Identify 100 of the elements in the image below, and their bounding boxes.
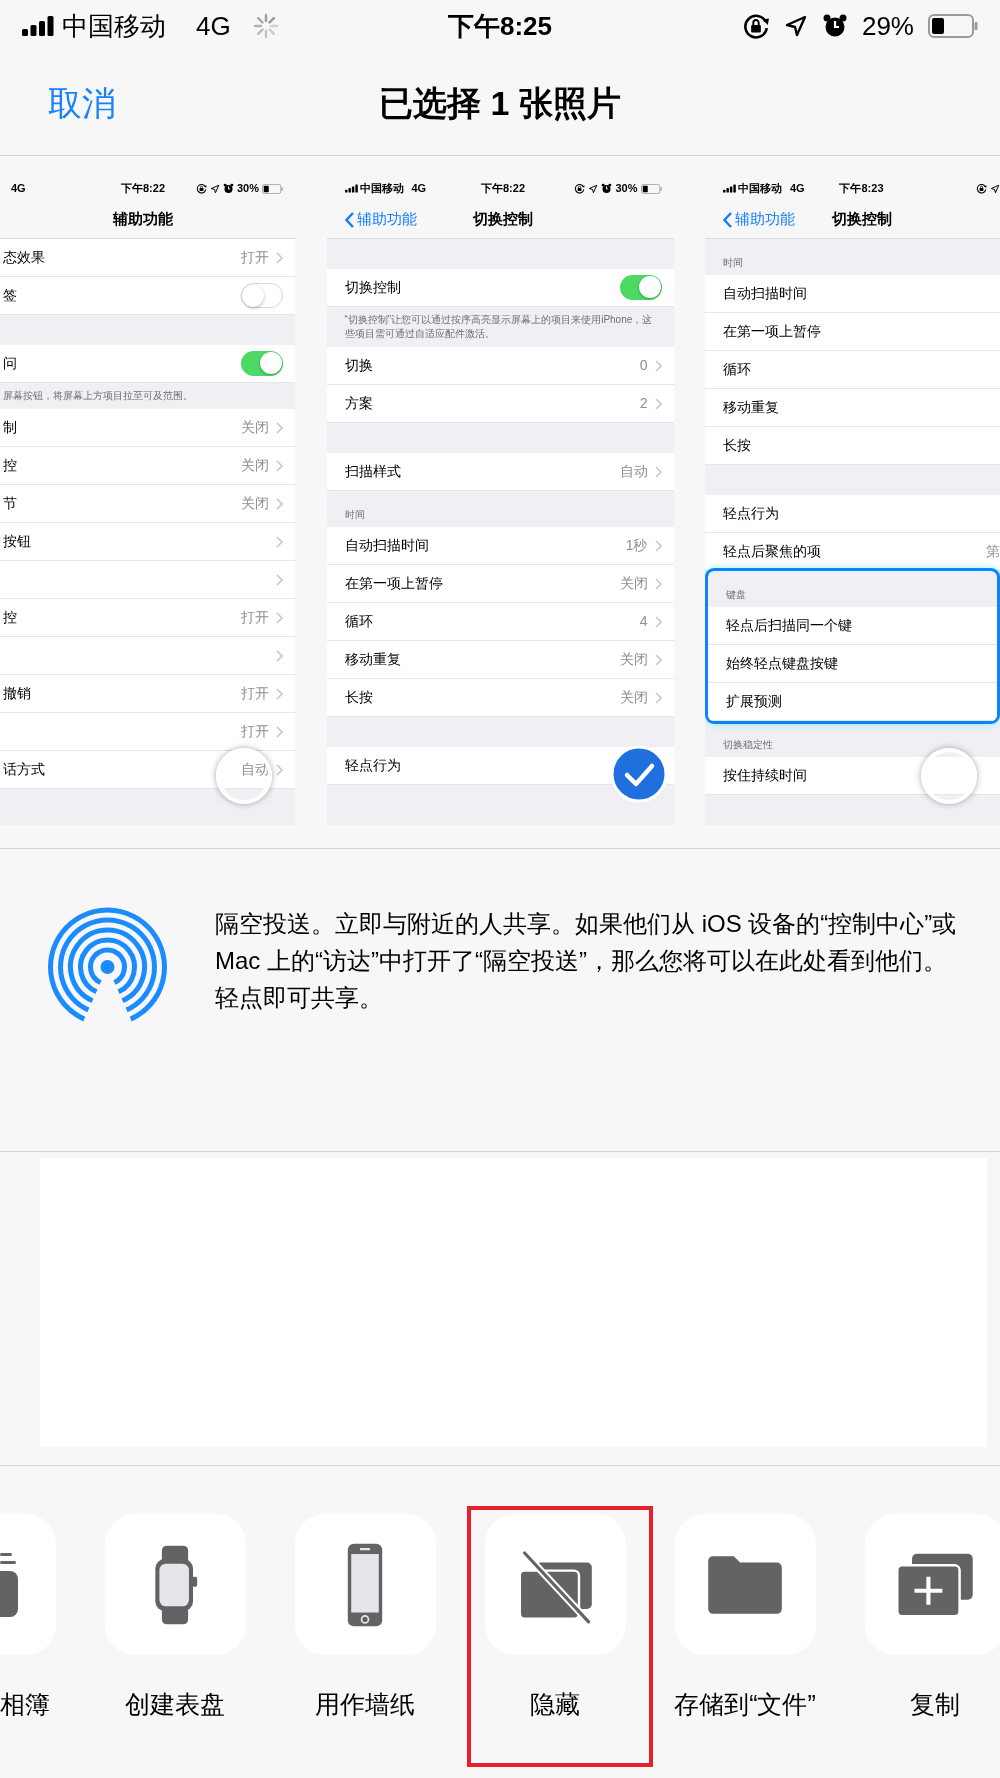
network-type: 4G <box>411 181 427 197</box>
action-label: 复制 <box>910 1689 960 1719</box>
back-chevron-icon <box>723 211 732 228</box>
row-label: 制 <box>3 418 17 437</box>
share-action-button[interactable] <box>104 1514 246 1655</box>
battery-percent: 30% <box>236 181 259 197</box>
row-value: 关闭 <box>241 456 269 475</box>
airdrop-description: 隔空投送。立即与附近的人共享。如果他们从 iOS 设备的“控制中心”或 Mac 上的“访达”中打开了“隔空投送”，那么您将可以在此处看到他们。轻点即可共享。 <box>215 909 958 1013</box>
share-action-button[interactable] <box>294 1514 436 1655</box>
footnote-text: 屏幕按钮，将屏幕上方项目拉至可及范围。 <box>3 389 194 403</box>
rotation-lock-icon <box>574 183 586 194</box>
network-type: 4G <box>196 9 231 43</box>
footnote-text: “切换控制”让您可以通过按序高亮显示屏幕上的项目来使用iPhone，这些项目需可通过自适应配件激活。 <box>344 313 654 341</box>
clock-time: 下午8:22 <box>481 181 525 197</box>
row-label: 移动重复 <box>723 398 779 417</box>
share-action-button[interactable] <box>0 1514 56 1655</box>
row-value: 打开 <box>241 608 269 627</box>
row-label: 轻点后扫描同一个键 <box>726 616 852 635</box>
location-icon <box>783 14 808 38</box>
row-label: 按住持续时间 <box>723 766 807 785</box>
row-label: 控 <box>3 456 17 475</box>
row-label: 签 <box>3 286 17 305</box>
row-value: 关闭 <box>241 418 269 437</box>
row-label: 话方式 <box>3 760 45 779</box>
rotation-lock-icon <box>741 12 770 40</box>
row-label: 轻点后聚焦的项 <box>723 542 821 561</box>
section-header: 切换稳定性 <box>723 738 773 752</box>
row-value: 第 <box>986 542 1000 561</box>
row-value: 1秒 <box>625 536 648 555</box>
row-label: 移动重复 <box>344 650 401 669</box>
share-action-button[interactable] <box>864 1514 1000 1655</box>
carrier-name: 中国移动 <box>359 181 404 197</box>
alarm-icon <box>222 183 234 194</box>
phone-icon <box>346 1541 384 1628</box>
screen-title: 切换控制 <box>473 209 533 230</box>
battery-percent: 29% <box>861 9 914 43</box>
row-label: 切换控制 <box>344 278 401 297</box>
carrier-name: 中国移动 <box>62 9 166 43</box>
signal-icon <box>344 184 358 193</box>
section-header: 键盘 <box>726 588 746 602</box>
section-header: 时间 <box>344 508 365 522</box>
row-value: 打开 <box>241 684 269 703</box>
photo-thumbnail[interactable]: 中国移动 4G 下午8:23 辅助功能 切换控制 时间 自动扫描时间 在第一项上暂停 循环 移动重复 长按 轻点行为 轻点后聚焦的项 第 键盘 轻点后扫描同一个键 始终轻点键盘按键 扩展预测 切换稳定性 按住持续时间 <box>705 176 1000 825</box>
alarm-icon <box>821 13 848 39</box>
battery-icon <box>928 14 978 38</box>
row-label: 方案 <box>344 394 373 413</box>
row-value: 打开 <box>241 248 269 267</box>
row-value: 关闭 <box>619 688 648 707</box>
row-label: 长按 <box>723 436 751 455</box>
row-label: 在第一项上暂停 <box>723 322 821 341</box>
location-icon <box>588 183 599 194</box>
clock-time: 下午8:23 <box>839 181 884 197</box>
row-label: 循环 <box>344 612 373 631</box>
row-label: 在第一项上暂停 <box>344 574 443 593</box>
clock-time: 下午8:25 <box>447 9 552 43</box>
row-label: 控 <box>3 608 17 627</box>
row-label: 扫描样式 <box>344 462 401 481</box>
back-link[interactable]: 辅助功能 <box>723 208 832 231</box>
row-label: 撤销 <box>3 684 31 703</box>
back-chevron-icon <box>344 211 354 228</box>
row-label: 始终轻点键盘按键 <box>726 654 838 673</box>
row-label: 按钮 <box>3 532 31 551</box>
battery-percent: 30% <box>615 181 638 197</box>
spinner-icon <box>252 13 279 39</box>
location-icon <box>990 183 1000 194</box>
row-label: 节 <box>3 494 17 513</box>
row-label: 自动扫描时间 <box>723 284 807 303</box>
row-value: 4 <box>639 612 648 631</box>
row-label: 态效果 <box>3 248 45 267</box>
rotation-lock-icon <box>195 183 207 194</box>
row-label: 自动扫描时间 <box>344 536 429 555</box>
photo-thumbnail[interactable]: 中国移动 4G 下午8:22 30% 辅助功能 切换控制 切换控制 “切换控制”让您可以通过按序高亮显示屏幕上的项目来使用iPhone，这些项目需可通过自适应配件激活。 切换 0 方案 2 扫描样式 自动 时间 自动扫描时间 1秒 在第一项上暂停 关闭 循环 4 移动重复 关闭 长按 关闭 轻点行为 <box>326 176 674 825</box>
row-value: 关闭 <box>619 650 648 669</box>
screen-title: 切换控制 <box>831 209 892 230</box>
share-action-button[interactable] <box>674 1514 816 1655</box>
row-value: 2 <box>639 394 648 413</box>
row-value: 关闭 <box>619 574 648 593</box>
network-type: 4G <box>790 181 805 197</box>
action-label: 相簿 <box>0 1689 50 1719</box>
row-label: 切换 <box>344 356 373 375</box>
row-value: 自动 <box>619 462 648 481</box>
back-link[interactable]: 辅助功能 <box>344 208 473 231</box>
row-label: 轻点行为 <box>344 756 401 775</box>
row-value: 打开 <box>241 722 269 741</box>
action-label: 存储到“文件” <box>674 1689 816 1719</box>
battery-icon <box>640 183 662 194</box>
row-label: 问 <box>3 354 17 373</box>
signal-icon <box>723 184 736 193</box>
screen-title: 辅助功能 <box>113 209 173 230</box>
row-label: 长按 <box>344 688 373 707</box>
action-label: 用作墙纸 <box>315 1689 415 1719</box>
share-action-button[interactable] <box>484 1514 626 1655</box>
carrier-name: 中国移动 <box>738 181 782 197</box>
location-icon <box>209 183 220 194</box>
clock-time: 下午8:22 <box>121 181 165 197</box>
row-value: 0 <box>639 356 648 375</box>
row-label: 扩展预测 <box>726 692 782 711</box>
row-value: 关闭 <box>241 494 269 513</box>
signal-icon <box>22 16 54 36</box>
row-label: 轻点行为 <box>723 504 779 523</box>
